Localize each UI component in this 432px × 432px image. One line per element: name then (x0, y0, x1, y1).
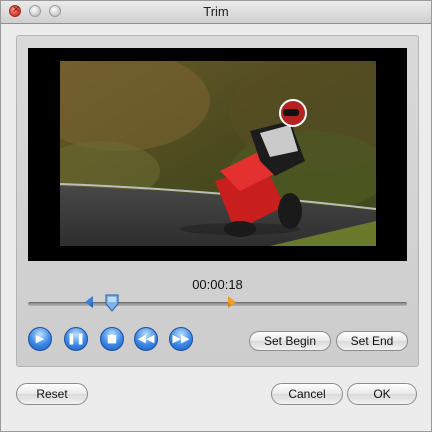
video-preview[interactable] (60, 61, 376, 246)
pause-icon: ❚❚ (66, 332, 86, 345)
video-frame (28, 48, 407, 261)
set-end-button[interactable]: Set End (336, 331, 408, 351)
fast-forward-button[interactable]: ▶▶ (169, 327, 193, 351)
pause-button[interactable]: ❚❚ (64, 327, 88, 351)
reset-button[interactable]: Reset (16, 383, 88, 405)
rewind-button[interactable]: ◀◀ (134, 327, 158, 351)
timecode-display: 00:00:18 (192, 277, 243, 292)
player-panel: 00:00:18 ▶ ❚❚ ■ ◀◀ ▶▶ Set Begin Set End (16, 35, 419, 367)
begin-marker[interactable] (85, 294, 93, 314)
window-title: Trim (203, 4, 229, 19)
set-begin-button[interactable]: Set Begin (249, 331, 331, 351)
stop-icon: ■ (106, 332, 118, 345)
rewind-icon: ◀◀ (137, 332, 155, 345)
motorcycle-video-frame (60, 61, 376, 246)
play-icon: ▶ (35, 332, 45, 345)
playhead-thumb[interactable] (105, 294, 119, 312)
stop-button[interactable]: ■ (100, 327, 124, 351)
cancel-button[interactable]: Cancel (271, 383, 343, 405)
title-bar[interactable]: × Trim (1, 1, 431, 24)
end-marker[interactable] (228, 294, 236, 314)
ok-button[interactable]: OK (347, 383, 417, 405)
play-button[interactable]: ▶ (28, 327, 52, 351)
trim-window: × Trim 00:00:18 ▶ ❚❚ ■ ◀◀ ▶▶ Set Begin S… (0, 0, 432, 432)
fast-forward-icon: ▶▶ (172, 332, 190, 345)
